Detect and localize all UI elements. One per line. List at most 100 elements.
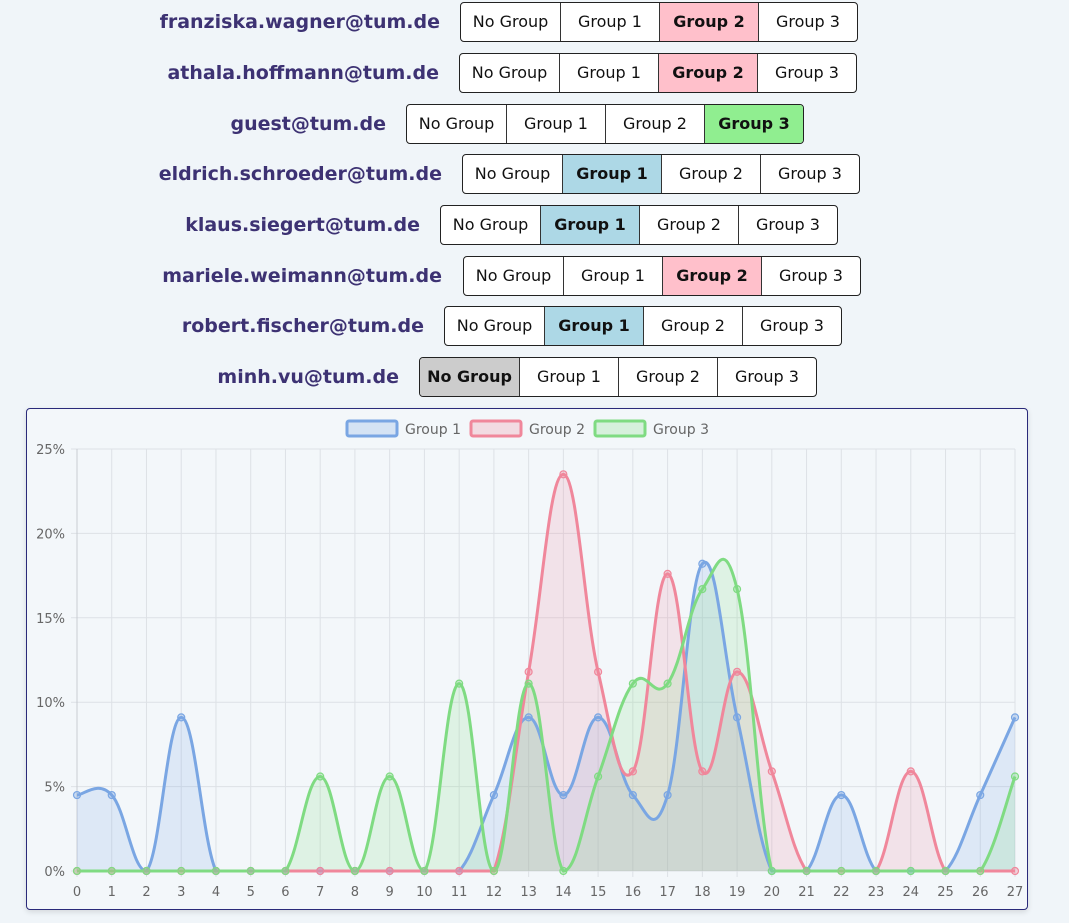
data-point: [72, 790, 82, 800]
data-point: [177, 713, 186, 722]
group-2-button[interactable]: Group 2: [639, 206, 738, 244]
group-selector: No Group Group 1 Group 2 Group 3: [462, 154, 860, 194]
x-tick-label: 3: [177, 885, 185, 900]
data-point: [594, 713, 603, 722]
legend-label: Group 1: [405, 422, 461, 438]
group-3-button[interactable]: Group 3: [760, 155, 859, 193]
data-point: [767, 866, 776, 876]
user-row: klaus.siegert@tum.de No Group Group 1 Group…: [0, 205, 1069, 245]
x-tick-label: 19: [729, 885, 746, 900]
user-email: eldrich.schroeder@tum.de: [158, 163, 442, 185]
user-email: mariele.weimann@tum.de: [162, 265, 442, 287]
no-group-button[interactable]: No Group: [420, 358, 519, 396]
user-row: robert.fischer@tum.de No Group Group 1 Grou…: [0, 306, 1069, 346]
data-point: [628, 790, 637, 800]
data-point: [107, 866, 116, 876]
data-point: [698, 559, 707, 568]
user-email: guest@tum.de: [230, 113, 386, 135]
group-1-button[interactable]: Group 1: [519, 358, 618, 396]
group-3-button[interactable]: Group 3: [761, 257, 860, 295]
data-point: [871, 866, 881, 876]
group-2-button[interactable]: Group 2: [662, 257, 761, 295]
x-tick-label: 23: [868, 885, 885, 900]
group-selector: No Group Group 1 Group 2 Group 3: [459, 53, 857, 93]
no-group-button[interactable]: No Group: [463, 155, 562, 193]
group-3-button[interactable]: Group 3: [717, 358, 816, 396]
x-tick-label: 15: [590, 885, 607, 900]
data-point: [628, 679, 637, 688]
data-point: [1010, 713, 1020, 722]
group-selector: No Group Group 1 Group 2 Group 3: [440, 205, 838, 245]
x-tick-label: 25: [937, 885, 954, 900]
data-point: [906, 866, 915, 876]
data-point: [72, 866, 82, 876]
x-tick-label: 12: [486, 885, 503, 900]
no-group-button[interactable]: No Group: [460, 54, 559, 92]
group-1-button[interactable]: Group 1: [506, 105, 605, 143]
group-3-button[interactable]: Group 3: [738, 206, 837, 244]
data-point: [941, 866, 950, 876]
group-1-button[interactable]: Group 1: [562, 155, 661, 193]
data-point: [316, 866, 325, 876]
no-group-button[interactable]: No Group: [445, 307, 544, 345]
data-point: [559, 790, 568, 800]
group-2-button[interactable]: Group 2: [643, 307, 742, 345]
data-point: [455, 866, 464, 876]
group-1-button[interactable]: Group 1: [559, 54, 658, 92]
group-1-button[interactable]: Group 1: [560, 3, 659, 41]
group-3-button[interactable]: Group 3: [757, 54, 856, 92]
user-row: guest@tum.de No Group Group 1 Group 2 Group …: [0, 104, 1069, 144]
x-tick-label: 22: [833, 885, 850, 900]
data-point: [524, 679, 533, 688]
x-tick-label: 6: [281, 885, 289, 900]
group-selector: No Group Group 1 Group 2 Group 3: [406, 104, 804, 144]
x-tick-label: 16: [625, 885, 642, 900]
y-tick-label: 25%: [36, 443, 65, 458]
x-tick-label: 11: [451, 885, 468, 900]
data-point: [732, 667, 742, 676]
data-point: [107, 790, 116, 800]
data-point: [837, 790, 846, 800]
x-tick-label: 4: [212, 885, 220, 900]
data-point: [420, 866, 429, 876]
data-point: [663, 569, 672, 579]
data-point: [211, 866, 221, 876]
data-point: [837, 866, 846, 876]
data-point: [559, 866, 568, 876]
legend-label: Group 2: [529, 422, 585, 438]
data-point: [246, 866, 255, 876]
data-point: [281, 866, 290, 876]
user-row: mariele.weimann@tum.de No Group Group 1 Gro…: [0, 256, 1069, 296]
no-group-button[interactable]: No Group: [441, 206, 540, 244]
data-point: [142, 866, 151, 876]
group-3-button[interactable]: Group 3: [742, 307, 841, 345]
group-1-button[interactable]: Group 1: [544, 307, 643, 345]
group-3-button[interactable]: Group 3: [758, 3, 857, 41]
group-2-button[interactable]: Group 2: [618, 358, 717, 396]
group-1-button[interactable]: Group 1: [540, 206, 639, 244]
x-tick-label: 2: [142, 885, 150, 900]
data-point: [489, 790, 498, 800]
data-point: [663, 679, 672, 688]
group-selector: No Group Group 1 Group 2 Group 3: [419, 357, 817, 397]
legend-label: Group 3: [653, 422, 709, 438]
x-tick-label: 24: [903, 885, 920, 900]
data-point: [802, 866, 811, 876]
x-tick-label: 5: [247, 885, 255, 900]
no-group-button[interactable]: No Group: [464, 257, 563, 295]
group-2-button[interactable]: Group 2: [658, 54, 757, 92]
group-2-button[interactable]: Group 2: [659, 3, 758, 41]
data-point: [385, 866, 394, 876]
group-selector: No Group Group 1 Group 2 Group 3: [463, 256, 861, 296]
no-group-button[interactable]: No Group: [407, 105, 506, 143]
group-2-button[interactable]: Group 2: [605, 105, 704, 143]
data-point: [177, 866, 186, 876]
group-1-button[interactable]: Group 1: [563, 257, 662, 295]
user-row: athala.hoffmann@tum.de No Group Group 1 Gro…: [0, 53, 1069, 93]
x-tick-label: 9: [386, 885, 394, 900]
group-2-button[interactable]: Group 2: [661, 155, 760, 193]
data-point: [1010, 866, 1020, 876]
group-3-button[interactable]: Group 3: [704, 105, 803, 143]
x-tick-label: 26: [972, 885, 989, 900]
no-group-button[interactable]: No Group: [461, 3, 560, 41]
